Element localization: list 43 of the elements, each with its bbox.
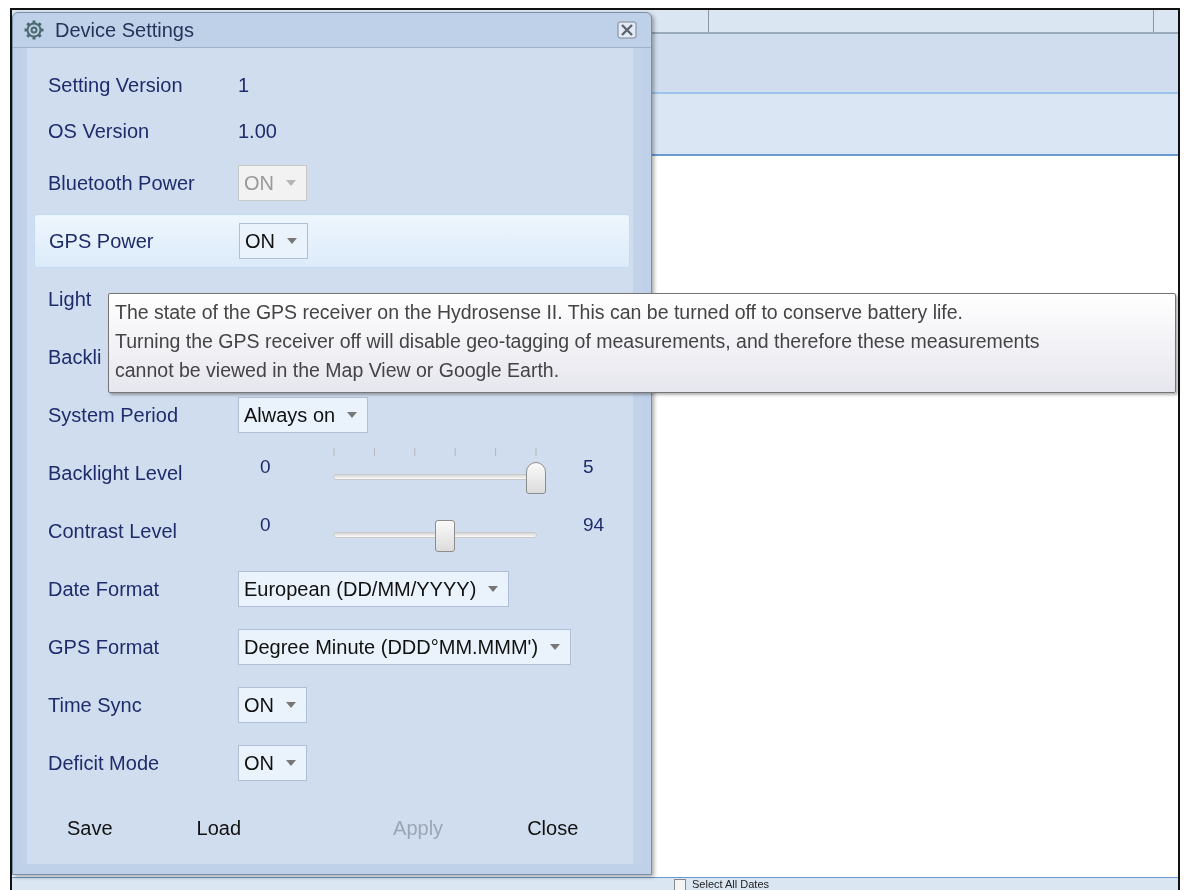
setting-label: Setting Version — [48, 73, 184, 97]
value-text: 1 — [238, 73, 250, 97]
caret-icon — [286, 760, 296, 766]
setting-label: Backli — [48, 345, 103, 369]
tooltip: The state of the GPS receiver on the Hydrosense II. This can be turned off to conserve battery life. Turning the GPS receiver off will disable geo-tagging of measurements, and therefore these measurements cannot be viewed in the Map View or Google Earth. — [108, 293, 1176, 393]
minimum-label: 0 — [259, 456, 272, 478]
setting-label: Backlight Level — [48, 461, 184, 485]
caret-icon — [550, 644, 561, 650]
setting-label: System Period — [48, 403, 180, 427]
setting-label: Date Format — [48, 577, 161, 601]
dialog-button[interactable]: Save — [61, 812, 119, 844]
setting-label: OS Version — [48, 119, 151, 143]
setting-label: Light — [48, 287, 93, 311]
setting-label: Contrast Level — [48, 519, 178, 543]
setting-label: GPS Format — [48, 635, 161, 659]
slider-thumb[interactable] — [435, 520, 456, 552]
close-icon[interactable] — [617, 21, 637, 39]
dropdown[interactable]: Always on — [238, 397, 369, 433]
setting-label: Bluetooth Power — [48, 171, 196, 195]
dropdown[interactable]: ON — [238, 687, 307, 723]
maximum-label: 5 — [583, 456, 594, 478]
window-title: Device Settings — [55, 18, 195, 42]
minimum-label: 0 — [259, 514, 272, 536]
gear-icon — [23, 19, 45, 41]
setting-label: GPS Power — [49, 229, 155, 253]
maximum-label: 94 — [583, 514, 605, 536]
checkbox[interactable] — [674, 879, 686, 890]
caret-icon — [488, 586, 499, 592]
dropdown[interactable]: European (DD/MM/YYYY) — [238, 571, 510, 607]
value-text: 1.00 — [238, 119, 277, 143]
caret-icon — [287, 238, 297, 244]
setting-label: Deficit Mode — [48, 751, 161, 775]
caret-icon — [347, 412, 358, 418]
caret-icon — [286, 180, 296, 186]
dialog-button[interactable]: Close — [521, 812, 585, 844]
slider-thumb[interactable] — [526, 462, 546, 494]
caret-icon — [286, 702, 296, 708]
setting-label: Time Sync — [48, 693, 143, 717]
checkbox-label: Select All Dates — [692, 878, 770, 890]
dialog-button[interactable]: Load — [190, 812, 248, 844]
dropdown[interactable]: Degree Minute (DDD°MM.MMM') — [238, 629, 572, 665]
dropdown[interactable]: ON — [239, 223, 308, 259]
dropdown[interactable]: ON — [238, 745, 307, 781]
